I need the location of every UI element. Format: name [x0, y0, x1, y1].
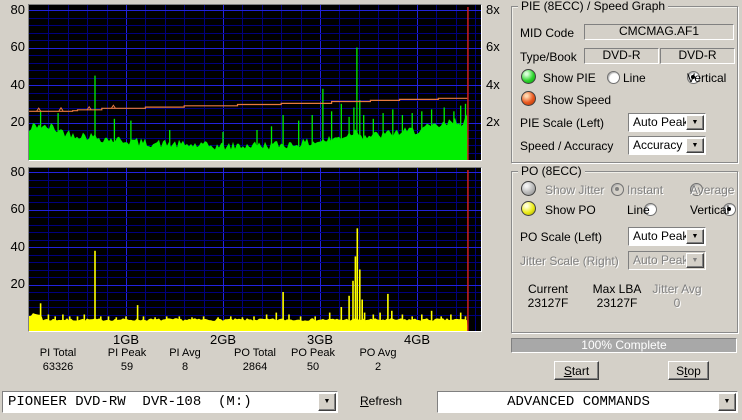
type-field: DVD-R: [584, 48, 659, 64]
advanced-commands-select[interactable]: ADVANCED COMMANDS ▼: [437, 391, 738, 413]
vertical-radio-pie-label: Vertical: [687, 72, 726, 85]
show-jitter-label: Show Jitter: [545, 184, 604, 197]
stat-value: 2: [338, 361, 418, 374]
po-y-tick-60: 60: [0, 202, 25, 215]
mid-code-field: CMCMAG.AF1: [584, 24, 734, 40]
jitter-scale-label: Jitter Scale (Right): [520, 255, 619, 268]
drive-select-value: PIONEER DVD-RW DVR-108 (M:): [8, 394, 252, 411]
po-chart-plot: [28, 167, 482, 332]
stop-button[interactable]: Stop: [668, 361, 709, 380]
pie-y-tick-80: 80: [0, 3, 25, 16]
drive-select[interactable]: PIONEER DVD-RW DVR-108 (M:) ▼: [2, 391, 338, 413]
book-field: DVD-R: [660, 48, 735, 64]
stat-value: 8: [145, 361, 225, 374]
speed-tick-8x: 8x: [486, 3, 500, 16]
jitter-avg-value: 0: [646, 297, 708, 310]
po-y-tick-80: 80: [0, 165, 25, 178]
max-lba-value: 23127F: [586, 297, 648, 310]
speed-accuracy-label: Speed / Accuracy: [520, 140, 613, 153]
jitter-scale-select: Auto Peak ▼: [628, 251, 706, 270]
pie-y-tick-40: 40: [0, 78, 25, 91]
speed-tick-4x: 4x: [486, 78, 500, 91]
show-pie-label: Show PIE: [543, 72, 596, 85]
max-lba-block: Max LBA 23127F: [586, 283, 648, 310]
stat-value: 63326: [18, 361, 98, 374]
start-button[interactable]: Start: [554, 361, 599, 380]
app-window: 80 60 40 20 8x 6x 4x 2x 80 60 40 20 1GB …: [0, 0, 742, 420]
po-groupbox: PO (8ECC) Show Jitter Instant Average Sh…: [511, 171, 738, 333]
show-jitter-led-icon: [521, 181, 536, 196]
x-tick-1gb: 1GB: [96, 333, 156, 346]
stat-pi-total: PI Total 63326: [18, 347, 98, 374]
refresh-button[interactable]: Refresh: [360, 395, 402, 408]
progress-bar: 100% Complete: [511, 338, 737, 353]
po-y-tick-20: 20: [0, 277, 25, 290]
pie-y-tick-60: 60: [0, 40, 25, 53]
pie-scale-value: Auto Peak: [633, 116, 688, 129]
line-radio-pie-label: Line: [623, 72, 646, 85]
show-speed-label: Show Speed: [543, 94, 611, 107]
pie-chart-plot: [28, 4, 482, 161]
po-scale-value: Auto Peak: [633, 230, 688, 243]
jitter-scale-value: Auto Peak: [633, 254, 688, 267]
vertical-radio-po-label: Vertical: [690, 204, 729, 217]
speed-accuracy-select[interactable]: Accuracy ▼: [628, 136, 706, 155]
dropdown-arrow-icon[interactable]: ▼: [686, 115, 704, 130]
pie-speed-groupbox: PIE (8ECC) / Speed Graph MID Code CMCMAG…: [511, 6, 738, 163]
pie-groupbox-title: PIE (8ECC) / Speed Graph: [518, 0, 668, 13]
pie-scale-select[interactable]: Auto Peak ▼: [628, 113, 706, 132]
show-speed-led-icon[interactable]: [521, 91, 536, 106]
advanced-commands-value: ADVANCED COMMANDS: [438, 394, 719, 411]
line-radio-po-label: Line: [627, 204, 650, 217]
speed-tick-2x: 2x: [486, 115, 500, 128]
po-y-tick-40: 40: [0, 240, 25, 253]
speed-accuracy-value: Accuracy: [633, 139, 682, 152]
mid-code-label: MID Code: [520, 27, 574, 40]
show-po-led-icon[interactable]: [521, 201, 536, 216]
po-scale-label: PO Scale (Left): [520, 231, 602, 244]
x-tick-2gb: 2GB: [193, 333, 253, 346]
po-scale-select[interactable]: Auto Peak ▼: [628, 227, 706, 246]
current-label: Current: [517, 283, 579, 296]
stat-label: PO Avg: [338, 347, 418, 360]
show-po-label: Show PO: [545, 204, 596, 217]
average-radio-label: Average: [690, 184, 734, 197]
max-lba-label: Max LBA: [586, 283, 648, 296]
current-value: 23127F: [517, 297, 579, 310]
dropdown-arrow-icon: ▼: [686, 253, 704, 268]
pie-y-tick-20: 20: [0, 115, 25, 128]
stat-label: PI Total: [18, 347, 98, 360]
pie-scale-label: PIE Scale (Left): [520, 117, 604, 130]
po-chart: [29, 168, 481, 331]
line-radio-pie[interactable]: [607, 71, 620, 84]
jitter-avg-block: Jitter Avg 0: [646, 283, 708, 310]
speed-tick-6x: 6x: [486, 40, 500, 53]
x-tick-3gb: 3GB: [290, 333, 350, 346]
dropdown-arrow-icon[interactable]: ▼: [686, 229, 704, 244]
po-groupbox-title: PO (8ECC): [518, 165, 585, 178]
type-book-label: Type/Book: [520, 51, 577, 64]
x-tick-4gb: 4GB: [387, 333, 447, 346]
dropdown-arrow-icon[interactable]: ▼: [686, 138, 704, 153]
dropdown-arrow-icon[interactable]: ▼: [318, 393, 336, 411]
dropdown-arrow-icon[interactable]: ▼: [718, 393, 736, 411]
current-lba-block: Current 23127F: [517, 283, 579, 310]
stat-po-avg: PO Avg 2: [338, 347, 418, 374]
stat-label: PI Avg: [145, 347, 225, 360]
jitter-avg-label: Jitter Avg: [646, 283, 708, 296]
instant-radio: [611, 183, 624, 196]
instant-radio-label: Instant: [627, 184, 663, 197]
pie-chart: [29, 5, 481, 160]
stat-pi-avg: PI Avg 8: [145, 347, 225, 374]
show-pie-led-icon[interactable]: [521, 69, 536, 84]
